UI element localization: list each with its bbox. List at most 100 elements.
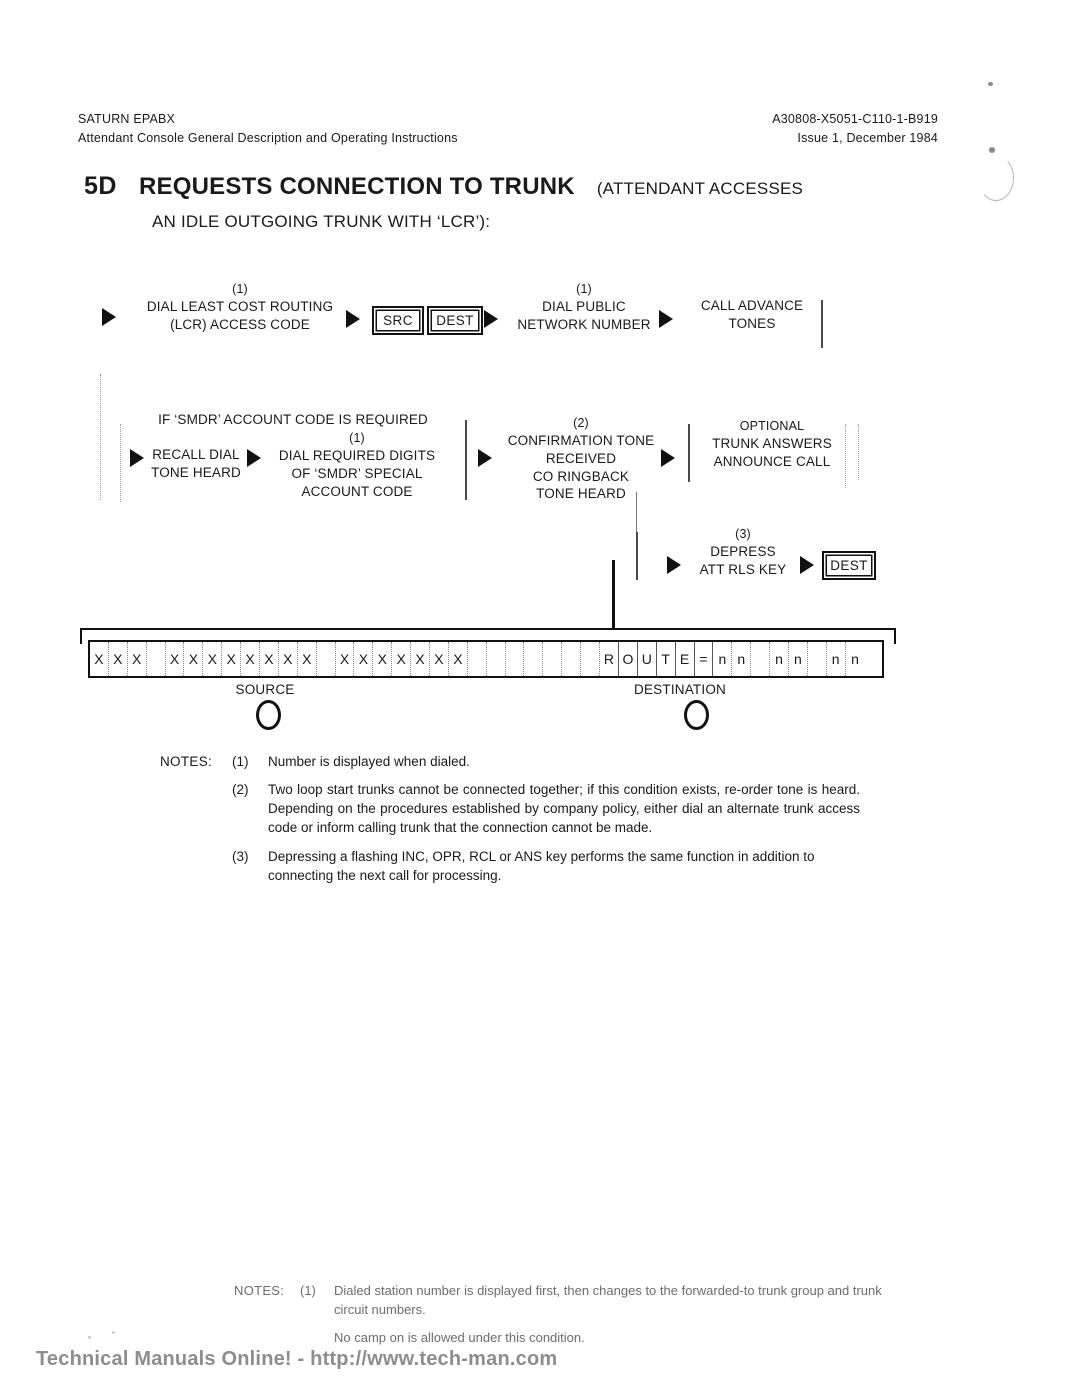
flow-branch-line	[120, 424, 121, 502]
faded-notes-section: NOTES: (1) Dialed station number is disp…	[234, 1282, 894, 1357]
flow-step-note-ref: (1)	[576, 282, 592, 296]
faded-note-item: NOTES: (1) Dialed station number is disp…	[234, 1282, 894, 1320]
flow-branch-line	[858, 424, 859, 480]
display-cell: X	[184, 642, 204, 676]
note-number: (3)	[232, 848, 249, 864]
faded-note-text-2: No camp on is allowed under this conditi…	[334, 1329, 585, 1345]
flow-arrow-icon	[661, 449, 675, 467]
flow-step-line-1: CONFIRMATION TONE	[507, 432, 655, 448]
flow-divider-line	[465, 420, 467, 500]
flow-connector-to-display	[612, 560, 615, 630]
flow-step-dial-lcr-access-code: (1) DIAL LEAST COST ROUTING (LCR) ACCESS…	[124, 281, 356, 334]
display-cell: X	[222, 642, 242, 676]
display-cell	[147, 642, 166, 676]
flow-step-line-1: DEPRESS	[710, 543, 776, 559]
key-src[interactable]: SRC	[372, 306, 424, 335]
note-item: (2) Two loop start trunks cannot be conn…	[160, 780, 860, 837]
display-cell	[506, 642, 525, 676]
flow-step-note-ref: (2)	[573, 416, 589, 430]
display-cell: X	[109, 642, 128, 676]
notes-heading: NOTES:	[160, 754, 213, 769]
flow-step-line-1: RECALL DIAL	[152, 447, 240, 462]
display-cell: n	[827, 642, 846, 676]
display-cell	[543, 642, 563, 676]
flow-arrow-icon	[484, 310, 498, 328]
flow-step-dial-public-network-number: (1) DIAL PUBLIC NETWORK NUMBER	[504, 281, 664, 334]
key-dest-release[interactable]: DEST	[822, 551, 876, 580]
flow-step-line-2: NETWORK NUMBER	[517, 316, 651, 332]
footer-watermark: Technical Manuals Online! - http://www.t…	[36, 1348, 558, 1370]
flow-step-line-1: TRUNK ANSWERS	[712, 435, 832, 451]
destination-lamp-icon[interactable]	[684, 700, 709, 730]
flow-step-line-1: DIAL LEAST COST ROUTING	[146, 298, 334, 314]
flow-step-line-2: ATT RLS KEY	[699, 561, 787, 577]
display-cell: X	[166, 642, 185, 676]
flow-step-line-3: CO RINGBACK	[532, 468, 630, 484]
flow-step-line-1: CALL ADVANCE	[700, 298, 804, 313]
source-label: SOURCE	[235, 682, 295, 697]
display-cell: n	[851, 651, 859, 667]
display-cell: X	[411, 642, 431, 676]
flow-step-trunk-answers: OPTIONAL TRUNK ANSWERS ANNOUNCE CALL	[698, 418, 846, 471]
notes-section: NOTES: (1) Number is displayed when dial…	[160, 752, 860, 894]
display-cell	[317, 642, 336, 676]
display-cell: X	[241, 642, 261, 676]
display-cell	[468, 642, 487, 676]
display-cell: n	[789, 642, 808, 676]
display-cell: n	[770, 642, 789, 676]
flow-step-optional-label: OPTIONAL	[739, 419, 805, 433]
display-cell	[581, 642, 601, 676]
flow-step-line-2: (LCR) ACCESS CODE	[170, 316, 310, 332]
source-lamp-icon[interactable]	[256, 700, 281, 730]
flow-step-line-2: TONE HEARD	[151, 464, 241, 480]
note-item: NOTES: (1) Number is displayed when dial…	[160, 752, 860, 771]
scan-speckle	[988, 82, 993, 86]
display-cell: X	[128, 642, 147, 676]
flow-step-line-3: ACCOUNT CODE	[301, 483, 413, 499]
flow-arrow-icon	[247, 449, 261, 467]
display-cell: E	[676, 642, 695, 676]
display-cell	[524, 642, 544, 676]
note-number: (1)	[232, 754, 249, 769]
display-cell	[487, 642, 506, 676]
flow-arrow-icon	[130, 449, 144, 467]
flow-step-line-1: DIAL REQUIRED DIGITS	[278, 447, 436, 463]
flow-step-recall-dial-tone-heard: RECALL DIAL TONE HEARD	[146, 446, 246, 482]
flow-divider-line	[821, 300, 823, 348]
faded-note-number: (1)	[300, 1283, 316, 1298]
note-item: (3) Depressing a flashing INC, OPR, RCL …	[160, 847, 860, 885]
flow-condition-smdr-required: IF ‘SMDR’ ACCOUNT CODE IS REQUIRED	[158, 412, 428, 427]
display-cell: X	[298, 642, 317, 676]
flow-step-line-1: DIAL PUBLIC	[542, 298, 626, 314]
display-cell: O	[619, 642, 638, 676]
display-cell: X	[373, 642, 393, 676]
display-cell: R	[600, 642, 619, 676]
note-text: Depressing a flashing INC, OPR, RCL or A…	[268, 848, 815, 883]
scan-speckle	[112, 1331, 115, 1334]
display-cell: X	[449, 642, 468, 676]
flow-divider-line	[688, 424, 690, 482]
faded-note-text: Dialed station number is displayed first…	[334, 1283, 882, 1317]
display-cell	[808, 642, 827, 676]
flow-divider-line	[636, 532, 638, 580]
display-cell: X	[279, 642, 298, 676]
display-cell	[751, 642, 771, 676]
scan-arc-artifact	[978, 155, 1014, 201]
display-cell: U	[638, 642, 657, 676]
flow-arrow-icon	[102, 308, 116, 326]
flow-arrow-icon	[667, 556, 681, 574]
flow-arrow-icon	[478, 449, 492, 467]
display-cell: n	[713, 642, 733, 676]
display-cell: X	[392, 642, 412, 676]
note-text: Two loop start trunks cannot be connecte…	[268, 782, 860, 836]
key-dest[interactable]: DEST	[427, 306, 483, 335]
flow-arrow-icon	[659, 310, 673, 328]
flow-step-line-2: TONES	[728, 315, 776, 331]
display-cell	[562, 642, 582, 676]
scan-speckle	[989, 147, 995, 153]
flow-step-note-ref: (1)	[232, 282, 248, 296]
display-cell: X	[354, 642, 374, 676]
display-cell: n	[732, 642, 752, 676]
display-cell: X	[203, 642, 223, 676]
flow-step-confirmation-tone-received: (2) CONFIRMATION TONE RECEIVED CO RINGBA…	[500, 415, 662, 503]
